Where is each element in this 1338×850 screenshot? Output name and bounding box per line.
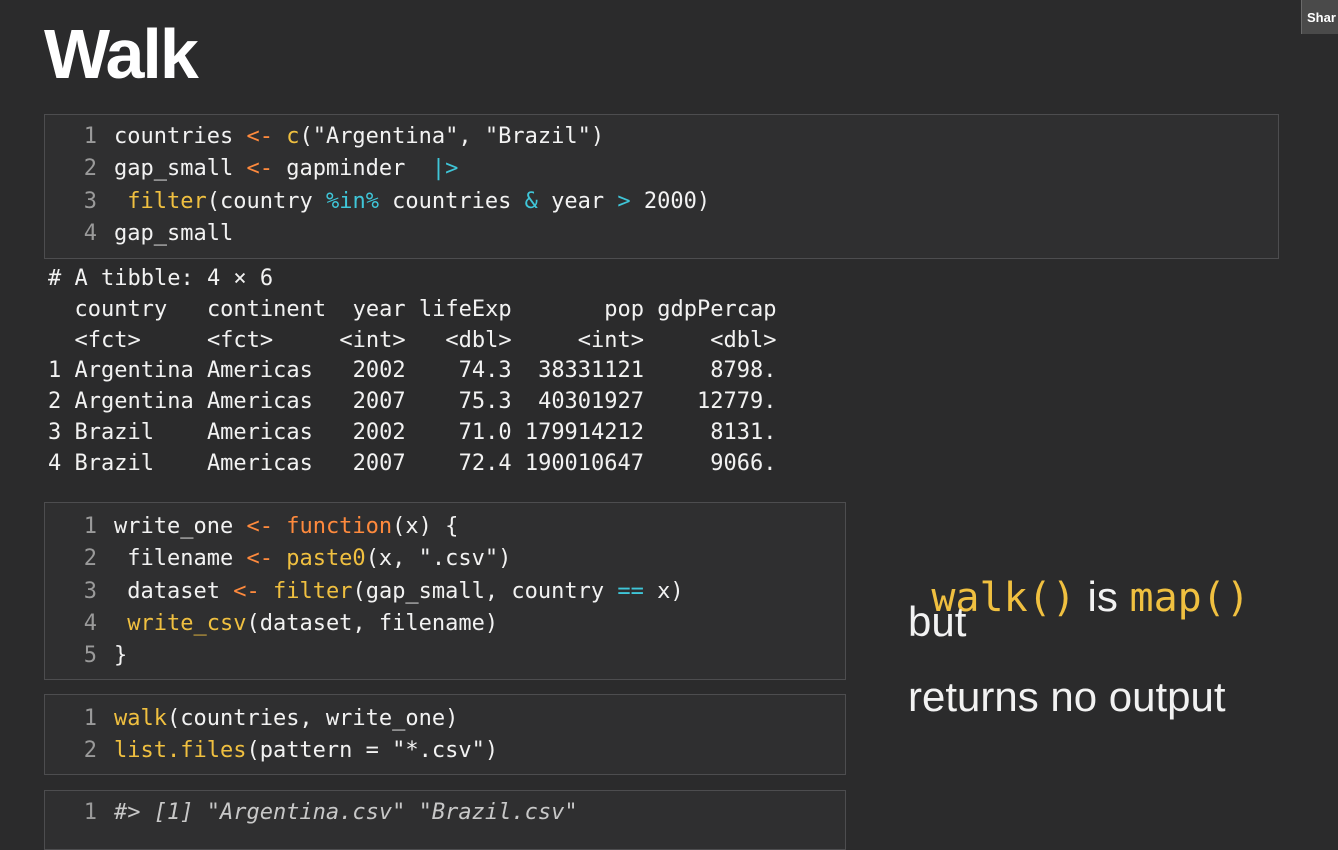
code-token: |> [431,156,459,182]
code-token: } [114,643,128,669]
code-text: write_one <- function(x) { [114,511,458,543]
code-token: == [617,578,644,604]
line-number: 2 [83,546,97,572]
code-token: (x) { [392,514,459,539]
code-token: filter [127,188,207,214]
code-token: <- [246,124,273,149]
code-text: walk(countries, write_one) [114,703,458,735]
code-token: %in% [325,188,379,214]
code-token: ("Argentina", "Brazil") [299,124,605,149]
map-function-name: map() [1129,575,1250,621]
code-token: walk [114,706,167,731]
tibble-column-row: country continent year lifeExp pop gdpPe… [48,296,777,322]
code-text: gap_small [114,218,233,250]
code-token: <- [246,156,273,182]
but-line: but [908,598,967,645]
code-token: gap_small [114,220,234,246]
tibble-column-row: <fct> <fct> <int> <dbl> <int> <dbl> [48,327,777,353]
line-number: 3 [83,188,97,214]
code-token: (dataset, filename) [246,610,499,636]
code-token: write_one [114,514,247,539]
code-token: year [537,188,618,214]
code-token: #> [1] "Argentina.csv" "Brazil.csv" [114,800,578,825]
code-token: <- [246,546,273,572]
line-number: 4 [83,220,97,246]
code-block-output: 1 #> [1] "Argentina.csv" "Brazil.csv" [44,790,846,850]
code-block-write-one: 1 write_one <- function(x) { 2 filename <-… [44,502,846,680]
code-token: function [286,514,393,539]
code-token: list.files [114,738,247,764]
code-token: <- [246,514,273,539]
code-text: countries <- c("Argentina", "Brazil") [114,121,604,153]
line-number: 1 [83,124,97,149]
line-number: 2 [83,156,97,182]
code-token: filter [272,578,353,604]
line-number: 3 [83,578,97,604]
code-token: write_csv [127,610,247,636]
code-token: countries [114,124,247,149]
code-token: gap_small [114,156,247,182]
is-word: is [1075,573,1130,620]
code-block-walk: 1 walk(countries, write_one) 2 list.files(p… [44,694,846,775]
returns-no-output-line: returns no output [908,673,1226,720]
line-number: 2 [83,738,97,764]
code-token: dataset [114,578,234,604]
code-text: filename <- paste0(x, ".csv") [114,543,511,575]
code-text: #> [1] "Argentina.csv" "Brazil.csv" [114,797,578,829]
code-token: paste0 [286,546,366,572]
line-number: 1 [83,800,97,825]
code-text: } [114,640,127,672]
line-number: 1 [83,514,97,539]
code-token: (country [206,188,326,214]
code-block-countries: 1 countries <- c("Argentina", "Brazil") 2 g… [44,114,1279,259]
code-token: (countries, write_one) [166,706,459,731]
code-text: dataset <- filter(gap_small, country == … [114,576,684,608]
share-button[interactable]: Shar [1301,0,1338,34]
code-token: c [286,124,300,149]
code-text: write_csv(dataset, filename) [114,608,498,640]
code-token: (pattern = "*.csv") [246,738,499,764]
code-token: & [524,188,538,214]
line-number: 4 [83,610,97,636]
code-token: > [617,188,631,214]
line-number: 5 [83,643,97,669]
code-token: (x, ".csv") [365,546,512,572]
code-text: filter(country %in% countries & year > 2… [114,186,710,218]
slide-title: Walk [44,15,199,93]
code-token: 2000) [630,188,711,214]
tibble-data-row: 2 Argentina Americas 2007 75.3 40301927 … [48,389,777,415]
tibble-header: # A tibble: 4 × 6 [48,266,274,291]
code-text: gap_small <- gapminder |> [114,153,458,185]
code-text: list.files(pattern = "*.csv") [114,735,498,767]
tibble-data-row: 1 Argentina Americas 2002 74.3 38331121 … [48,358,777,384]
line-number: 1 [83,706,97,731]
code-token: x) [643,578,684,604]
code-token: <- [233,578,260,604]
code-token: filename [114,546,247,572]
code-token: (gap_small, country [352,578,618,604]
tibble-data-row: 4 Brazil Americas 2007 72.4 190010647 90… [48,450,777,476]
code-token: gapminder [272,156,432,182]
tibble-data-row: 3 Brazil Americas 2002 71.0 179914212 81… [48,420,777,445]
code-token: countries [378,188,525,214]
